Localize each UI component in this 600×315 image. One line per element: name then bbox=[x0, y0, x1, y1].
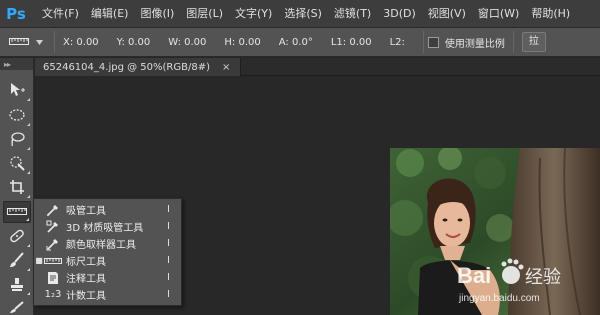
more-tools-indicator bbox=[27, 244, 30, 247]
document-tab[interactable]: 65246104_4.jpg @ 50%(RGB/8#) × bbox=[35, 58, 242, 76]
document-tab-title: 65246104_4.jpg @ 50%(RGB/8#) bbox=[43, 61, 210, 73]
flyout-item-label: 吸管工具 bbox=[66, 206, 106, 217]
divider bbox=[422, 31, 424, 53]
history-brush-tool[interactable] bbox=[3, 298, 31, 315]
photoshop-window: Ps 文件(F) 编辑(E) 图像(I) 图层(L) 文字(Y) 选择(S) 滤… bbox=[0, 0, 600, 315]
menu-layer[interactable]: 图层(L) bbox=[180, 0, 229, 27]
flyout-item-3d-material-eyedropper[interactable]: 3D 材质吸管工具 I bbox=[34, 218, 181, 235]
note-icon bbox=[44, 271, 62, 285]
flyout-item-shortcut: I bbox=[167, 221, 170, 232]
document-tab-bar: 65246104_4.jpg @ 50%(RGB/8#) × bbox=[35, 58, 600, 76]
menu-filter[interactable]: 滤镜(T) bbox=[328, 0, 377, 27]
length1-readout: L1: 0.00 bbox=[330, 36, 372, 48]
crop-icon bbox=[9, 179, 25, 198]
menu-view[interactable]: 视图(V) bbox=[422, 0, 472, 27]
healing-brush-tool[interactable] bbox=[3, 226, 31, 248]
angle-readout: A: 0.0° bbox=[278, 36, 313, 48]
flyout-item-shortcut: I bbox=[167, 289, 170, 300]
menu-type[interactable]: 文字(Y) bbox=[229, 0, 278, 27]
divider bbox=[512, 31, 514, 53]
move-tool[interactable] bbox=[3, 80, 31, 102]
crop-tool[interactable] bbox=[3, 177, 31, 199]
menu-window[interactable]: 窗口(W) bbox=[472, 0, 525, 27]
menu-bar: Ps 文件(F) 编辑(E) 图像(I) 图层(L) 文字(Y) 选择(S) 滤… bbox=[0, 0, 600, 27]
eyedropper-icon bbox=[44, 203, 62, 217]
bandage-icon bbox=[8, 228, 26, 247]
move-icon bbox=[8, 82, 26, 101]
ruler-icon bbox=[44, 254, 62, 268]
elliptical-marquee-tool[interactable] bbox=[3, 105, 31, 127]
color-sampler-icon bbox=[44, 237, 62, 251]
flyout-item-label: 3D 材质吸管工具 bbox=[66, 223, 144, 234]
flyout-item-label: 标尺工具 bbox=[66, 257, 106, 268]
paw-icon bbox=[501, 258, 524, 284]
divider bbox=[54, 31, 55, 53]
panel-collapse-handle[interactable]: ▸▸ bbox=[0, 58, 33, 70]
flyout-item-eyedropper[interactable]: 吸管工具 I bbox=[34, 201, 181, 218]
x-readout: X: 0.00 bbox=[63, 36, 99, 48]
active-marker: ■ bbox=[35, 256, 43, 265]
width-readout: W: 0.00 bbox=[168, 36, 207, 48]
more-tools-indicator bbox=[27, 195, 30, 198]
flyout-item-label: 颜色取样器工具 bbox=[66, 240, 136, 251]
eyedropper-tools-flyout: 吸管工具 I 3D 材质吸管工具 I 颜色取样器工具 I ■ 标尺工具 I 注释… bbox=[33, 198, 182, 306]
options-bar: X: 0.00 Y: 0.00 W: 0.00 H: 0.00 A: 0.0° … bbox=[0, 27, 600, 57]
flyout-item-shortcut: I bbox=[167, 204, 170, 215]
tools-panel: ▸▸ bbox=[0, 58, 34, 315]
use-measurement-scale[interactable]: 使用测量比例 bbox=[427, 35, 505, 50]
chevron-down-icon bbox=[36, 37, 43, 48]
flyout-item-note[interactable]: 注释工具 I bbox=[34, 269, 181, 286]
menu-select[interactable]: 选择(S) bbox=[278, 0, 328, 27]
ruler-icon bbox=[7, 206, 27, 219]
use-measurement-scale-checkbox[interactable] bbox=[427, 36, 439, 48]
ellipse-marquee-icon bbox=[8, 108, 26, 125]
menu-3d[interactable]: 3D(D) bbox=[377, 0, 422, 27]
menu-edit[interactable]: 编辑(E) bbox=[85, 0, 135, 27]
straighten-layer-button[interactable]: 拉 bbox=[521, 32, 546, 52]
height-readout: H: 0.00 bbox=[224, 36, 261, 48]
3d-material-eyedropper-icon bbox=[44, 220, 62, 234]
tool-preset-picker[interactable] bbox=[6, 31, 46, 53]
clone-stamp-tool[interactable] bbox=[3, 274, 31, 296]
ruler-icon bbox=[9, 36, 29, 49]
flyout-item-ruler[interactable]: ■ 标尺工具 I bbox=[34, 252, 181, 269]
flyout-item-color-sampler[interactable]: 颜色取样器工具 I bbox=[34, 235, 181, 252]
history-brush-icon bbox=[9, 300, 25, 315]
quick-selection-icon bbox=[8, 155, 26, 174]
lasso-icon bbox=[8, 131, 26, 150]
watermark-brand-right: 经验 bbox=[525, 267, 561, 288]
flyout-item-shortcut: I bbox=[167, 238, 170, 249]
more-tools-indicator bbox=[27, 171, 30, 174]
menu-help[interactable]: 帮助(H) bbox=[525, 0, 576, 27]
length2-readout: L2: bbox=[389, 36, 405, 48]
flyout-item-shortcut: I bbox=[167, 272, 170, 283]
more-tools-indicator bbox=[27, 123, 30, 126]
stamp-icon bbox=[9, 276, 25, 295]
more-tools-indicator bbox=[27, 268, 30, 271]
brush-icon bbox=[9, 251, 25, 271]
menu-image[interactable]: 图像(I) bbox=[134, 0, 180, 27]
flyout-item-label: 注释工具 bbox=[66, 274, 106, 285]
ruler-tool[interactable] bbox=[3, 201, 31, 223]
more-tools-indicator bbox=[27, 292, 30, 295]
photoshop-logo[interactable]: Ps bbox=[4, 3, 28, 25]
brush-tool[interactable] bbox=[3, 250, 31, 272]
y-readout: Y: 0.00 bbox=[116, 36, 151, 48]
count-icon: 1₂3 bbox=[44, 289, 62, 300]
watermark-brand-left: Bai bbox=[457, 263, 491, 288]
menu-file[interactable]: 文件(F) bbox=[36, 0, 85, 27]
watermark-url: jingyan.baidu.com bbox=[458, 293, 540, 304]
flyout-item-shortcut: I bbox=[167, 255, 170, 266]
lasso-tool[interactable] bbox=[3, 129, 31, 151]
close-icon[interactable]: × bbox=[222, 62, 230, 73]
quick-selection-tool[interactable] bbox=[3, 153, 31, 175]
baidu-jingyan-watermark: Bai 经验 jingyan.baidu.com bbox=[455, 257, 595, 307]
more-tools-indicator bbox=[27, 98, 30, 101]
flyout-item-count[interactable]: 1₂3 计数工具 I bbox=[34, 286, 181, 303]
use-measurement-scale-label: 使用测量比例 bbox=[444, 38, 505, 50]
flyout-item-label: 计数工具 bbox=[66, 291, 106, 302]
more-tools-indicator bbox=[27, 147, 30, 150]
more-tools-indicator bbox=[26, 218, 29, 221]
